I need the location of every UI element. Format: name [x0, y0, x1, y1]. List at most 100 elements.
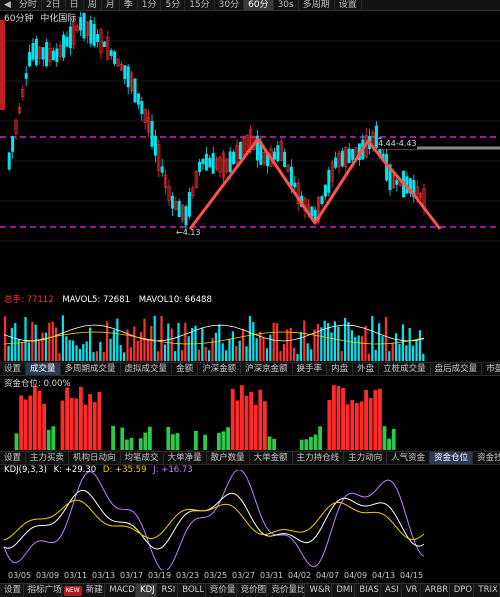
- indicator-tab-13[interactable]: ASI: [381, 584, 402, 597]
- fund-tab-9[interactable]: 人气资金: [387, 452, 431, 464]
- fund-bar: [129, 437, 134, 450]
- fund-bar: [88, 394, 92, 450]
- volume-tab-4[interactable]: 金额: [172, 363, 199, 375]
- indicator-tab-0[interactable]: 设置: [0, 584, 24, 597]
- date-label: 03/11: [64, 571, 88, 580]
- volume-bar: [398, 343, 401, 361]
- fund-bar: [304, 439, 309, 450]
- volume-tab-2[interactable]: 多周期成交量: [61, 363, 121, 375]
- candle: [113, 51, 117, 64]
- indicator-tab-12[interactable]: BIAS: [355, 584, 381, 597]
- fund-position-chart[interactable]: [0, 380, 500, 450]
- indicator-tab-7[interactable]: 竞价量: [206, 584, 237, 597]
- indicator-tab-11[interactable]: DMI: [332, 584, 356, 597]
- volume-chart[interactable]: [0, 298, 500, 361]
- volume-tab-5[interactable]: 沪深金额: [198, 363, 242, 375]
- fund-bar: [60, 400, 65, 450]
- fund-tab-5[interactable]: 散户数量: [207, 452, 250, 464]
- volume-bar: [384, 316, 387, 361]
- fund-bar: [332, 385, 336, 450]
- fund-tab-8[interactable]: 主力动向: [344, 452, 388, 464]
- date-label: 04/15: [400, 571, 424, 580]
- volume-bar: [136, 340, 139, 361]
- candle: [238, 141, 242, 160]
- indicator-tab-14[interactable]: VR: [402, 584, 421, 597]
- indicator-tab-6[interactable]: BOLL: [178, 584, 206, 597]
- volume-bar: [61, 315, 64, 361]
- indicator-tab-16[interactable]: DPO: [450, 584, 475, 597]
- candle: [170, 195, 174, 209]
- volume-tab-7[interactable]: 换手率: [293, 363, 328, 375]
- fund-tab-10[interactable]: 资金仓位: [430, 452, 474, 464]
- fund-bar: [373, 390, 378, 450]
- volume-tab-3[interactable]: 虚拟成交量: [121, 363, 173, 375]
- volume-tab-0[interactable]: 设置: [0, 363, 27, 375]
- candle: [11, 136, 15, 152]
- chart-period: 60分钟: [4, 14, 34, 24]
- period-tab-4[interactable]: 月: [102, 0, 120, 10]
- candle: [334, 157, 338, 168]
- indicator-tab-10[interactable]: W&R: [305, 584, 333, 597]
- fund-tab-3[interactable]: 均笔成交: [121, 452, 164, 464]
- low-price-label: ←4.13: [176, 228, 201, 237]
- volume-tab-1[interactable]: 成交量: [26, 363, 61, 375]
- date-label: 03/17: [120, 571, 144, 580]
- fund-tab-0[interactable]: 设置: [0, 452, 27, 464]
- period-tab-11[interactable]: 30s: [274, 0, 299, 10]
- period-tab-1[interactable]: 2日: [42, 0, 66, 10]
- volume-tab-11[interactable]: 盘后成交量: [431, 363, 483, 375]
- date-label: 04/02: [288, 571, 312, 580]
- fund-tab-1[interactable]: 主力买卖: [26, 452, 70, 464]
- volume-ma5: MAVOL5: 72681: [62, 295, 131, 305]
- indicator-tab-9[interactable]: 竞价量比: [267, 584, 306, 597]
- chevron-left-icon[interactable]: ◀: [0, 0, 15, 10]
- volume-bar: [214, 332, 217, 361]
- period-tab-6[interactable]: 1分: [138, 0, 162, 10]
- volume-tab-12[interactable]: 市盈率(ttm): [482, 363, 500, 375]
- indicator-tab-2[interactable]: 新建: [82, 584, 106, 597]
- indicator-tab-4[interactable]: KDJ: [136, 584, 158, 597]
- volume-tab-10[interactable]: 立桩成交量: [379, 363, 431, 375]
- indicator-tab-15[interactable]: ARBR: [421, 584, 450, 597]
- volume-bar: [282, 343, 285, 361]
- volume-bar: [327, 323, 330, 361]
- volume-tab-8[interactable]: 内盘: [327, 363, 354, 375]
- fund-tab-2[interactable]: 机构日动向: [69, 452, 121, 464]
- period-tab-3[interactable]: 周: [84, 0, 102, 10]
- fund-tab-11[interactable]: 资金抄底: [473, 452, 500, 464]
- candle: [283, 151, 287, 168]
- fund-bar: [221, 431, 226, 450]
- period-tab-5[interactable]: 季: [120, 0, 138, 10]
- indicator-tab-3[interactable]: MACD: [105, 584, 136, 597]
- fund-bar: [79, 386, 83, 450]
- fund-bar: [111, 425, 115, 450]
- fund-tab-7[interactable]: 主力持仓线: [293, 452, 345, 464]
- fund-bar: [267, 436, 272, 450]
- volume-tab-9[interactable]: 外盘: [353, 363, 380, 375]
- fund-bar: [391, 428, 396, 450]
- kdj-d-value: D: +35.59: [102, 465, 147, 475]
- volume-tab-6[interactable]: 沪深京金额: [241, 363, 293, 375]
- fund-tab-6[interactable]: 大单金额: [250, 452, 293, 464]
- settings-button[interactable]: 设置: [335, 0, 362, 10]
- period-tab-7[interactable]: 5分: [161, 0, 186, 10]
- indicator-tab-17[interactable]: TRIX: [474, 584, 500, 597]
- volume-bar: [231, 331, 234, 361]
- kdj-chart[interactable]: [0, 470, 500, 570]
- fund-bar: [382, 426, 387, 450]
- candle: [133, 78, 137, 103]
- period-tab-10[interactable]: 60分: [244, 0, 274, 10]
- kdj-params: KDJ(9,3,3): [4, 465, 47, 475]
- fund-bar: [263, 401, 267, 450]
- candlestick-chart[interactable]: [0, 11, 500, 287]
- period-tab-2[interactable]: 日: [66, 0, 84, 10]
- indicator-tab-5[interactable]: RSI: [157, 584, 179, 597]
- period-tab-0[interactable]: 分时: [15, 0, 42, 10]
- multi-period-button[interactable]: 多周期: [299, 0, 335, 10]
- period-tab-8[interactable]: 15分: [185, 0, 215, 10]
- indicator-tab-8[interactable]: 竞价图: [237, 584, 268, 597]
- period-tab-9[interactable]: 30分: [215, 0, 245, 10]
- fund-tab-4[interactable]: 大单净量: [164, 452, 207, 464]
- indicator-tab-1[interactable]: 指标广场: [24, 584, 62, 597]
- fund-bar: [166, 426, 171, 450]
